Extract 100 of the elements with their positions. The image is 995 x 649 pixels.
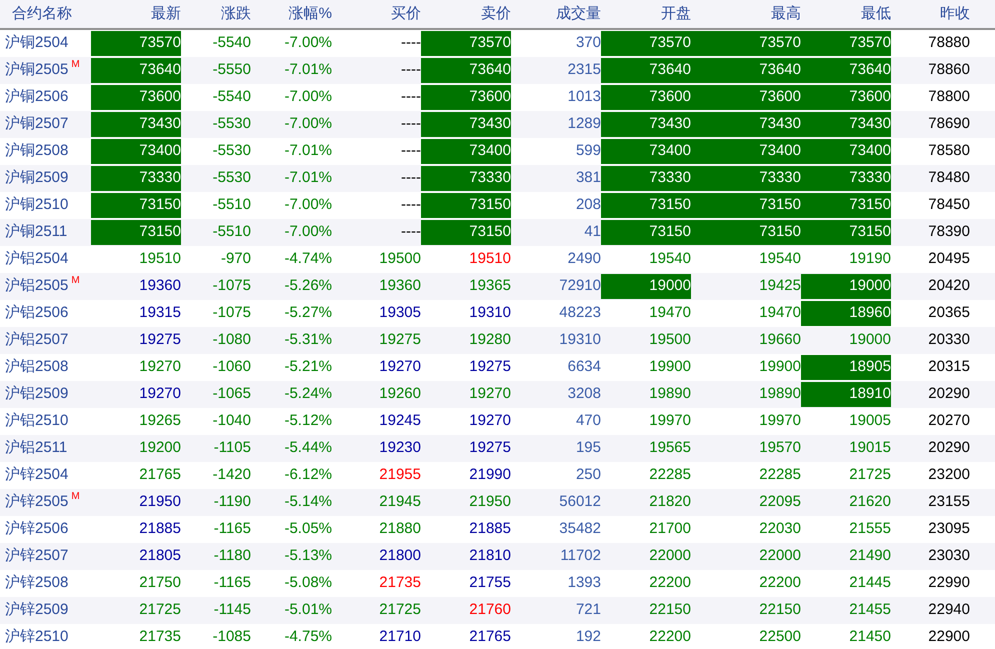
table-cell-text: 21880 bbox=[378, 519, 421, 540]
table-cell: 73150 bbox=[691, 193, 801, 218]
table-cell-text: 19270 bbox=[468, 411, 511, 432]
table-cell-text: -7.01% bbox=[283, 60, 332, 80]
contract-name: 沪锌2507 bbox=[5, 546, 68, 566]
table-cell-text: 2490 bbox=[566, 249, 601, 270]
table-cell-text: 21700 bbox=[648, 519, 691, 540]
table-cell-text: -5510 bbox=[212, 195, 251, 216]
table-cell-text: 19890 bbox=[758, 384, 801, 404]
table-cell: 73330 bbox=[691, 166, 801, 191]
table-cell-text: 23030 bbox=[927, 546, 971, 566]
table-cell-text: 20290 bbox=[927, 384, 971, 404]
table-cell-text: 19890 bbox=[648, 384, 691, 404]
table-cell-text: 19200 bbox=[138, 438, 181, 458]
table-cell-text: 370 bbox=[574, 33, 601, 54]
table-cell-text: 19275 bbox=[468, 438, 511, 458]
table-cell-text: -5530 bbox=[212, 114, 251, 134]
table-cell-text: 21885 bbox=[138, 519, 181, 540]
table-cell-text: 470 bbox=[574, 411, 601, 432]
table-cell-text: -5540 bbox=[212, 87, 251, 108]
contract-name: 沪锌2509 bbox=[5, 600, 68, 620]
table-cell-text: -5.44% bbox=[283, 438, 332, 458]
table-cell-text: 22150 bbox=[648, 600, 691, 620]
table-cell-text: 22030 bbox=[758, 519, 801, 540]
table-cell-text: -5.14% bbox=[283, 492, 332, 512]
table-cell-text: 19470 bbox=[758, 303, 801, 324]
table-cell-text: 599 bbox=[574, 141, 601, 162]
table-cell: 73640 bbox=[801, 58, 891, 83]
table-cell-text: 23200 bbox=[927, 465, 971, 486]
table-cell-text: -1060 bbox=[212, 357, 251, 378]
table-cell: 73330 bbox=[801, 166, 891, 191]
table-cell-text: 35482 bbox=[558, 519, 601, 540]
table-cell-text: ---- bbox=[400, 87, 421, 108]
table-cell: 73600 bbox=[91, 85, 181, 110]
table-cell-text: 22200 bbox=[758, 573, 801, 594]
table-cell-text: -5540 bbox=[212, 33, 251, 54]
column-header[interactable]: 成交量 bbox=[511, 2, 601, 26]
table-cell-text: 19270 bbox=[468, 384, 511, 404]
table-cell-text: 19360 bbox=[138, 276, 181, 296]
table-cell-text: -1180 bbox=[212, 546, 251, 566]
contract-name: 沪铜2511 bbox=[5, 222, 68, 242]
table-cell-text: 20330 bbox=[927, 330, 971, 350]
table-cell-text: 20365 bbox=[927, 303, 971, 324]
column-header[interactable]: 涨幅% bbox=[251, 2, 332, 26]
table-cell-text: -7.01% bbox=[283, 141, 332, 162]
column-header[interactable]: 合约名称 bbox=[0, 2, 91, 26]
table-cell-text: 19660 bbox=[758, 330, 801, 350]
column-header[interactable]: 买价 bbox=[332, 2, 421, 26]
table-cell: 73600 bbox=[801, 85, 891, 110]
table-cell-text: 22285 bbox=[758, 465, 801, 486]
table-cell-text: 21450 bbox=[848, 627, 891, 648]
column-header[interactable]: 最新 bbox=[91, 2, 181, 26]
table-cell: 73570 bbox=[601, 31, 691, 56]
table-cell-text: -7.00% bbox=[283, 114, 332, 134]
column-header[interactable]: 开盘 bbox=[601, 2, 691, 26]
table-cell-text: 21490 bbox=[848, 546, 891, 566]
table-cell-text: 19230 bbox=[378, 438, 421, 458]
column-header[interactable]: 卖价 bbox=[421, 2, 511, 26]
table-cell-text: 21735 bbox=[138, 627, 181, 648]
table-cell-text: 19270 bbox=[378, 357, 421, 378]
table-cell: 73430 bbox=[421, 112, 511, 137]
table-cell-text: 1393 bbox=[566, 573, 601, 594]
table-cell-text: 1013 bbox=[566, 87, 601, 108]
table-cell-text: 21765 bbox=[468, 627, 511, 648]
table-cell-text: 19900 bbox=[758, 357, 801, 378]
table-cell-text: 19510 bbox=[468, 249, 511, 270]
table-cell-text: -1075 bbox=[212, 303, 251, 324]
table-cell: 73150 bbox=[801, 193, 891, 218]
table-cell-text: 21945 bbox=[378, 492, 421, 512]
table-cell: 73400 bbox=[801, 139, 891, 164]
table-cell-text: 19360 bbox=[378, 276, 421, 296]
table-cell-text: 78690 bbox=[927, 114, 971, 134]
column-header[interactable]: 最高 bbox=[691, 2, 801, 26]
table-cell-text: 78580 bbox=[927, 141, 971, 162]
table-cell-text: 22095 bbox=[758, 492, 801, 512]
table-cell-text: -5.12% bbox=[283, 411, 332, 432]
table-cell: 73150 bbox=[91, 193, 181, 218]
table-cell-text: -7.00% bbox=[283, 195, 332, 216]
table-cell: 73640 bbox=[691, 58, 801, 83]
table-cell: 73400 bbox=[421, 139, 511, 164]
column-header[interactable]: 涨跌 bbox=[181, 2, 251, 26]
table-cell-text: 21760 bbox=[468, 600, 511, 620]
table-cell: 73600 bbox=[691, 85, 801, 110]
table-cell-text: -5.01% bbox=[283, 600, 332, 620]
table-cell-text: 21555 bbox=[848, 519, 891, 540]
table-cell-text: 19540 bbox=[648, 249, 691, 270]
table-cell-text: 250 bbox=[574, 465, 601, 486]
column-header[interactable]: 昨收 bbox=[891, 2, 995, 26]
column-header[interactable]: 最低 bbox=[801, 2, 891, 26]
table-cell-text: 78480 bbox=[927, 168, 971, 188]
table-cell-text: 721 bbox=[574, 600, 601, 620]
table-cell: 73150 bbox=[691, 220, 801, 245]
table-cell-text: 19190 bbox=[848, 249, 891, 270]
table-cell-text: 19275 bbox=[138, 330, 181, 350]
table-cell-text: 21810 bbox=[468, 546, 511, 566]
table-cell-text: -7.01% bbox=[283, 168, 332, 188]
table-cell-text: 78880 bbox=[927, 33, 971, 54]
table-cell: 73150 bbox=[421, 220, 511, 245]
table-cell-text: 20315 bbox=[927, 357, 971, 378]
table-cell: 18905 bbox=[801, 355, 891, 380]
